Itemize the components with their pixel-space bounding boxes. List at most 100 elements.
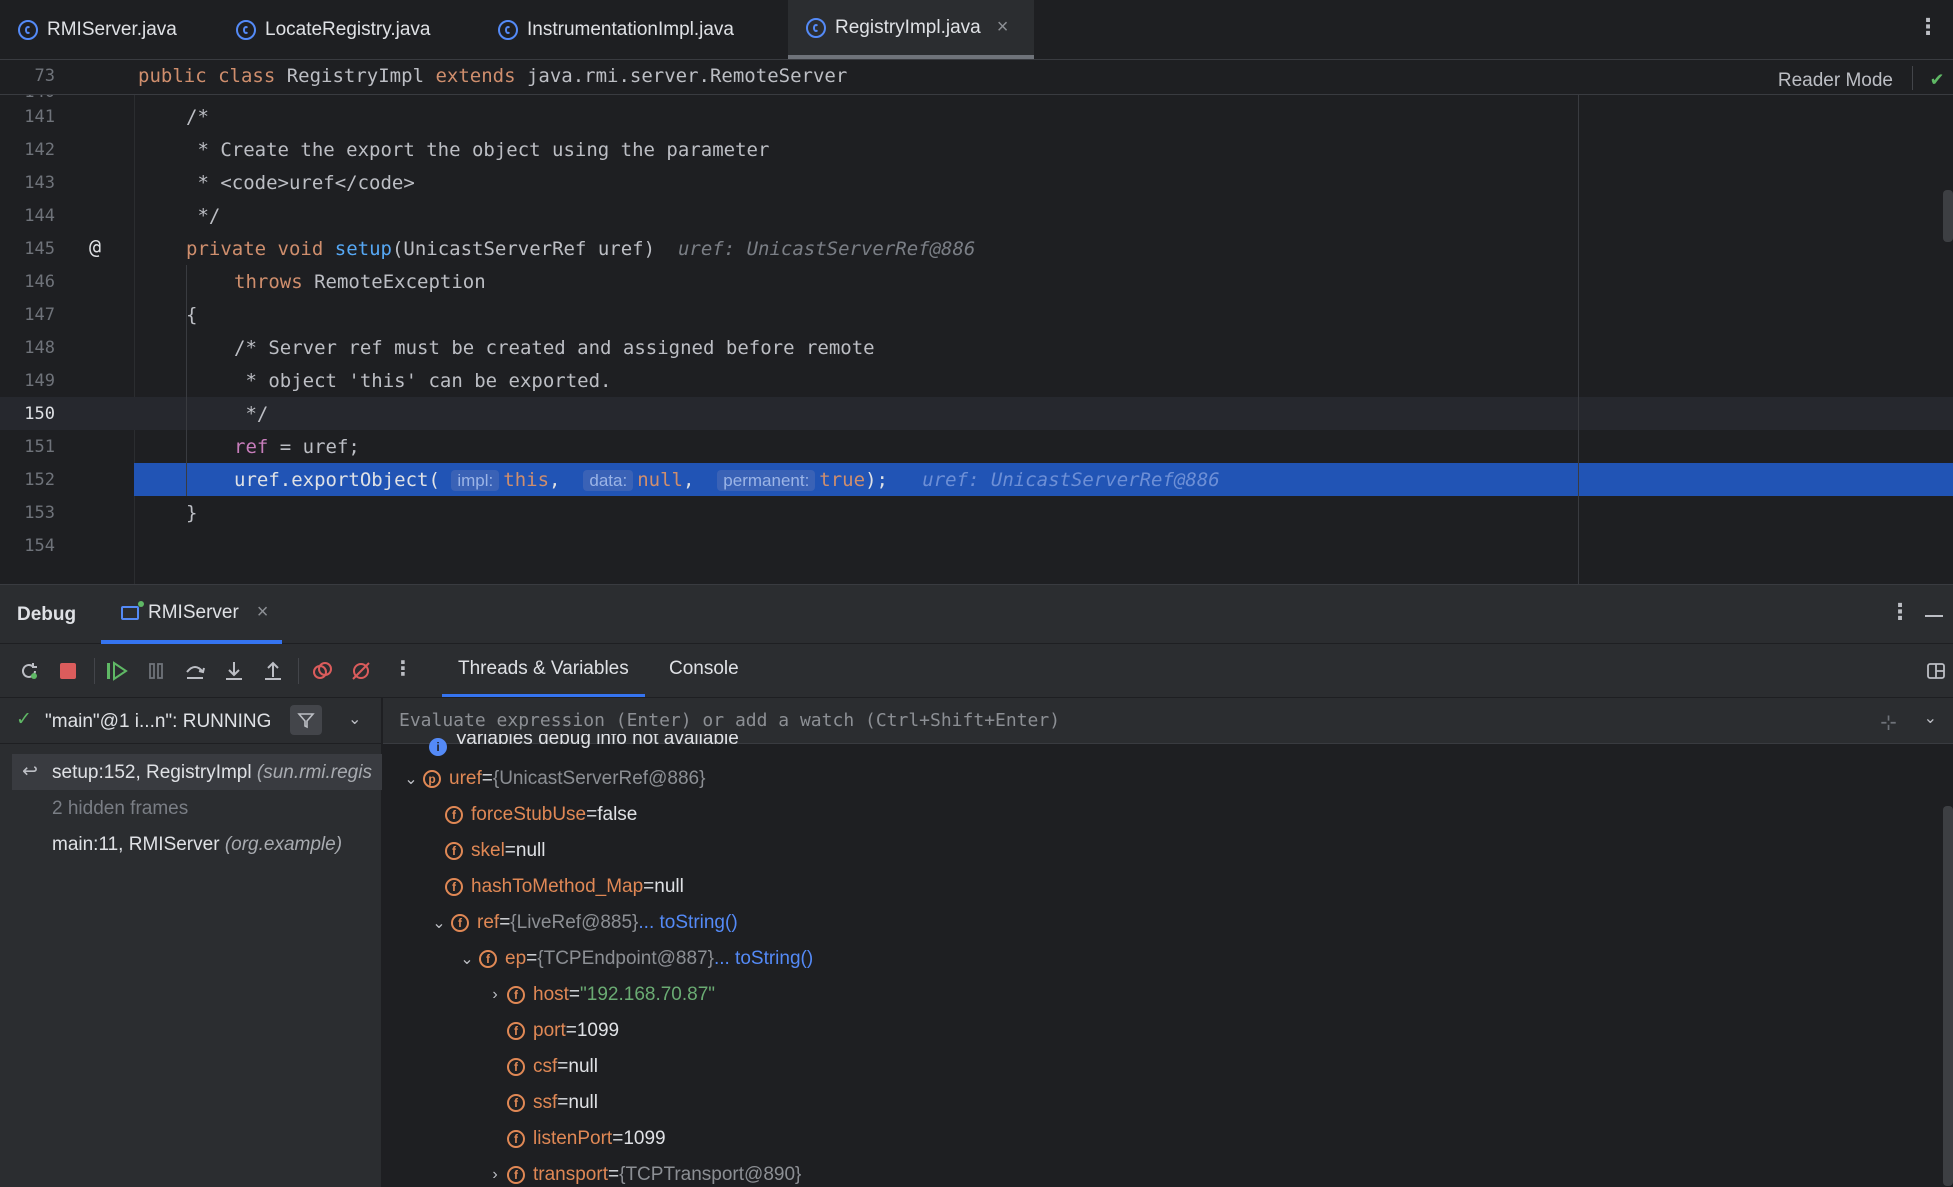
code-line: 146 throws RemoteException bbox=[24, 271, 486, 293]
variable-row[interactable]: f forceStubUse = false bbox=[445, 798, 637, 832]
filter-icon[interactable] bbox=[290, 705, 322, 735]
stack-frame[interactable]: ↩ setup:152, RegistryImpl (sun.rmi.regis bbox=[12, 754, 382, 790]
indent-guide bbox=[186, 265, 187, 496]
more-options-icon[interactable]: ⋮ bbox=[1889, 599, 1911, 625]
editor-scrollbar-thumb[interactable] bbox=[1943, 190, 1953, 242]
info-line: i Variables debug info not available bbox=[429, 734, 739, 756]
debug-toolbar: ⋮ Threads & Variables Console bbox=[0, 644, 1953, 698]
reader-mode-button[interactable]: Reader Mode bbox=[1778, 70, 1893, 92]
java-class-icon bbox=[806, 17, 826, 38]
tab-threads-variables[interactable]: Threads & Variables bbox=[442, 658, 645, 697]
tab-rmiserver-java[interactable]: RMIServer.java bbox=[0, 0, 218, 59]
code-line: 143 * <code>uref</code> bbox=[24, 172, 415, 194]
tostring-link[interactable]: ... toString() bbox=[638, 912, 737, 934]
variable-row[interactable]: f hashToMethod_Map = null bbox=[445, 870, 684, 904]
variable-row[interactable]: ⌄ f ep = {TCPEndpoint@887} ... toString(… bbox=[455, 942, 813, 976]
stack-frame[interactable]: main:11, RMIServer (org.example) bbox=[12, 826, 382, 862]
return-arrow-icon: ↩ bbox=[22, 761, 38, 782]
layout-settings-icon[interactable] bbox=[1923, 658, 1949, 684]
hidden-frames-toggle[interactable]: 2 hidden frames bbox=[12, 790, 382, 826]
chevron-down-icon[interactable]: ⌄ bbox=[427, 913, 451, 933]
thread-running-icon: ✓ bbox=[16, 709, 32, 730]
stop-icon[interactable] bbox=[55, 658, 81, 684]
field-icon: f bbox=[451, 914, 469, 932]
debug-title: Debug bbox=[17, 604, 77, 625]
execution-point-line: uref.exportObject( impl: this, data: null,… bbox=[134, 463, 1953, 496]
thread-selector[interactable]: ✓ "main"@1 i...n": RUNNING ⌄ bbox=[0, 698, 382, 744]
variable-row[interactable]: f port = 1099 bbox=[507, 1014, 619, 1048]
code-line: 153 } bbox=[24, 502, 198, 524]
field-icon: f bbox=[445, 878, 463, 896]
parameter-icon: p bbox=[423, 770, 441, 788]
tab-locateregistry-java[interactable]: LocateRegistry.java bbox=[218, 0, 480, 59]
final-field-icon: f bbox=[479, 950, 497, 968]
chevron-right-icon[interactable]: › bbox=[483, 986, 507, 1004]
chevron-down-icon[interactable]: ⌄ bbox=[399, 769, 423, 789]
tab-console[interactable]: Console bbox=[669, 658, 739, 680]
tab-label: RegistryImpl.java bbox=[835, 16, 981, 38]
more-actions-icon[interactable]: ⋮ bbox=[393, 656, 413, 681]
tab-instrumentationimpl-java[interactable]: InstrumentationImpl.java bbox=[480, 0, 788, 59]
more-options-icon[interactable]: ⋮ bbox=[1917, 14, 1939, 40]
code-line: 141 /* bbox=[24, 106, 209, 128]
field-icon: f bbox=[445, 842, 463, 860]
current-code-line: 150 */ bbox=[0, 397, 1953, 430]
variables-scrollbar[interactable] bbox=[1943, 806, 1953, 1186]
pause-icon[interactable] bbox=[143, 658, 169, 684]
step-into-icon[interactable] bbox=[221, 658, 247, 684]
variable-row[interactable]: ⌄ p uref = {UnicastServerRef@886} bbox=[399, 762, 705, 796]
chevron-down-icon[interactable]: ⌄ bbox=[1924, 708, 1937, 728]
chevron-down-icon[interactable]: ⌄ bbox=[348, 709, 361, 729]
field-icon: f bbox=[507, 1022, 525, 1040]
minimize-icon[interactable] bbox=[1925, 615, 1943, 617]
final-field-icon: f bbox=[507, 1094, 525, 1112]
frames-panel: ✓ "main"@1 i...n": RUNNING ⌄ ↩ setup:152… bbox=[0, 698, 382, 1187]
sticky-code: public class RegistryImpl extends java.r… bbox=[138, 65, 848, 87]
sticky-header[interactable]: 73 public class RegistryImpl extends jav… bbox=[0, 60, 1953, 95]
chevron-down-icon[interactable]: ⌄ bbox=[455, 949, 479, 969]
gutter-cell: 152 bbox=[0, 463, 134, 496]
field-icon: f bbox=[507, 1166, 525, 1184]
close-tab-icon[interactable]: × bbox=[997, 16, 1009, 39]
chevron-right-icon[interactable]: › bbox=[483, 1166, 507, 1184]
field-icon: f bbox=[507, 986, 525, 1004]
line-number: 73 bbox=[34, 66, 55, 86]
variable-row[interactable]: f skel = null bbox=[445, 834, 545, 868]
divider bbox=[94, 658, 95, 684]
final-field-icon: f bbox=[507, 1058, 525, 1076]
variables-panel: Evaluate expression (Enter) or add a wat… bbox=[383, 698, 1953, 1187]
rerun-icon[interactable] bbox=[16, 658, 42, 684]
tab-registryimpl-java[interactable]: RegistryImpl.java × bbox=[788, 0, 1034, 59]
close-session-icon[interactable]: × bbox=[257, 601, 269, 624]
mute-breakpoints-icon[interactable] bbox=[348, 658, 374, 684]
variable-row[interactable]: f csf = null bbox=[507, 1050, 598, 1084]
code-editor[interactable]: 73 public class RegistryImpl extends jav… bbox=[0, 60, 1953, 584]
inspection-ok-icon[interactable]: ✔ bbox=[1931, 66, 1943, 90]
step-out-icon[interactable] bbox=[260, 658, 286, 684]
variable-row[interactable]: f listenPort = 1099 bbox=[507, 1122, 666, 1156]
field-icon: f bbox=[507, 1130, 525, 1148]
parameter-hint: impl: bbox=[451, 470, 500, 491]
variable-row[interactable]: › f host = "192.168.70.87" bbox=[483, 978, 715, 1012]
code-line: 151 ref = uref; bbox=[24, 436, 360, 458]
right-margin-guide bbox=[1578, 94, 1579, 584]
thread-name: "main"@1 i...n": RUNNING bbox=[45, 711, 272, 732]
variable-row[interactable]: › f transport = {TCPTransport@890} bbox=[483, 1158, 801, 1187]
parameter-hint: data: bbox=[583, 470, 634, 491]
inline-debug-value: uref: UnicastServerRef@886 bbox=[677, 238, 976, 260]
code-line: 148 /* Server ref must be created and as… bbox=[24, 337, 875, 359]
variable-row[interactable]: f ssf = null bbox=[507, 1086, 598, 1120]
code-line: 149 * object 'this' can be exported. bbox=[24, 370, 612, 392]
run-session-tab[interactable]: RMIServer × bbox=[101, 585, 282, 644]
code-line: 145 @ private void setup(UnicastServerRe… bbox=[24, 235, 976, 260]
step-over-icon[interactable] bbox=[182, 658, 208, 684]
java-class-icon bbox=[498, 19, 518, 40]
implementation-marker-icon[interactable]: @ bbox=[89, 235, 101, 259]
application-icon bbox=[121, 600, 144, 620]
tostring-link[interactable]: ... toString() bbox=[714, 948, 813, 970]
tab-label: LocateRegistry.java bbox=[265, 18, 431, 40]
view-breakpoints-icon[interactable] bbox=[309, 658, 335, 684]
variable-row[interactable]: ⌄ f ref = {LiveRef@885} ... toString() bbox=[427, 906, 737, 940]
resume-icon[interactable] bbox=[104, 658, 130, 684]
add-watch-icon[interactable]: ⊹ bbox=[1880, 710, 1897, 735]
